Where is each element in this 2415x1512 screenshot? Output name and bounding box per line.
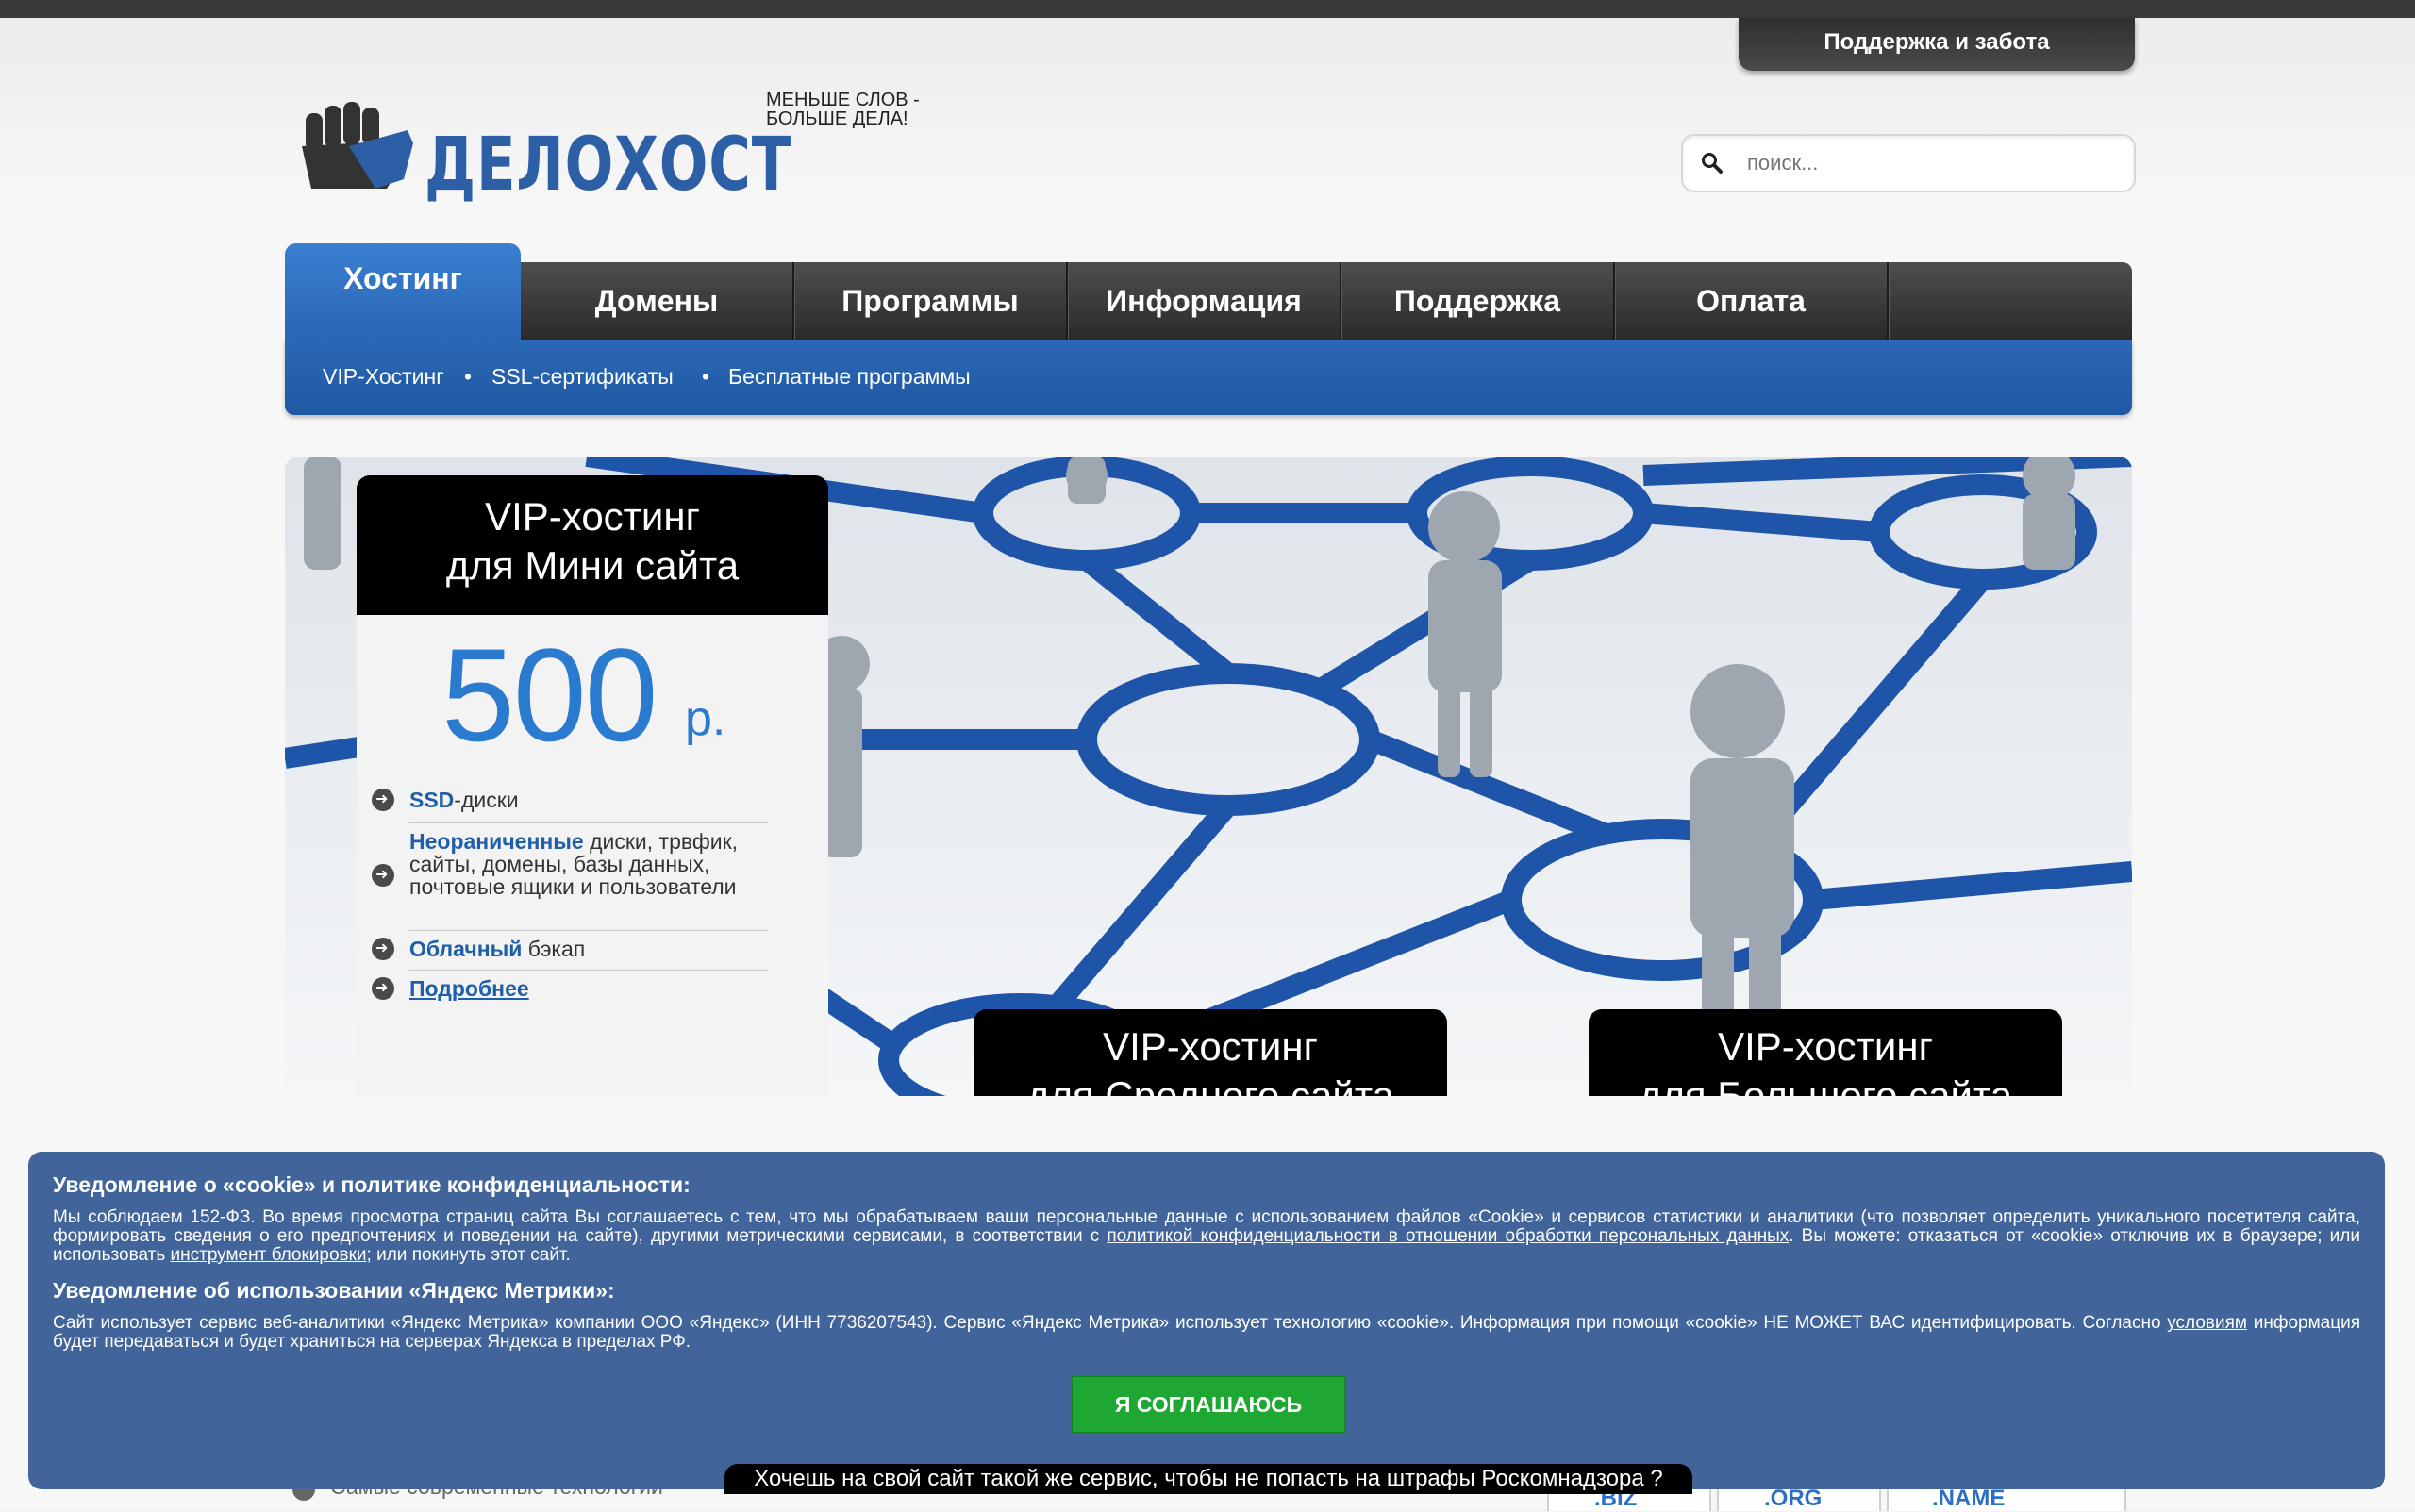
search-input[interactable] <box>1745 145 2117 181</box>
large-plan-title-line-1: VIP-хостинг <box>1718 1024 1933 1069</box>
search-box[interactable] <box>1681 134 2136 192</box>
feature-backup: Облачный бэкап <box>372 937 768 961</box>
middle-plan-title-line-1: VIP-хостинг <box>1103 1024 1318 1069</box>
feature-divider <box>409 970 768 971</box>
subnav-separator: • <box>464 364 473 389</box>
arrow-bullet-icon <box>372 977 394 1000</box>
mini-plan-price: 500 <box>441 621 658 769</box>
more-details-link[interactable]: Подробнее <box>409 976 529 1001</box>
large-plan-title-line-2: для Большого сайта <box>1638 1073 2013 1096</box>
mini-plan-title-line-1: VIP-хостинг <box>485 494 700 539</box>
tagline-line-1: МЕНЬШЕ СЛОВ - <box>766 90 920 110</box>
search-icon[interactable] <box>1700 151 1724 175</box>
cookie-text: Мы соблюдаем 152-ФЗ. Во время просмотра … <box>53 1208 2360 1265</box>
mini-plan-price-unit: р. <box>685 691 726 746</box>
cookie-text-part: ; или покинуть этот сайт. <box>366 1245 571 1265</box>
sub-nav: VIP-Хостинг • SSL-сертификаты • Бесплатн… <box>285 340 2132 415</box>
subnav-ssl[interactable]: SSL-сертификаты <box>491 364 674 390</box>
agree-button[interactable]: Я СОГЛАШАЮСЬ <box>1072 1376 1345 1433</box>
large-plan-header[interactable]: VIP-хостинг для Большого сайта <box>1589 1009 2062 1096</box>
main-nav: Домены Программы Информация Поддержка Оп… <box>285 262 2132 340</box>
privacy-policy-link[interactable]: политикой конфиденциальности в отношении… <box>1107 1226 1789 1246</box>
nav-support[interactable]: Поддержка <box>1341 262 1615 340</box>
feature-divider <box>409 822 768 823</box>
subnav-vip-hosting[interactable]: VIP-Хостинг <box>323 364 444 390</box>
nav-hosting[interactable]: Хостинг <box>285 243 521 340</box>
cookie-notice: Уведомление о «cookie» и политике конфид… <box>28 1152 2385 1489</box>
nav-domains[interactable]: Домены <box>521 262 794 340</box>
domain-name-label: .NAME <box>1932 1486 2006 1511</box>
logo-wordmark: ДЕЛОХОСТ <box>425 123 792 208</box>
blocking-tool-link[interactable]: инструмент блокировки <box>171 1245 367 1265</box>
nav-information[interactable]: Информация <box>1068 262 1341 340</box>
feature-backup-bold: Облачный <box>409 937 523 961</box>
feature-ssd-text: -диски <box>454 788 519 812</box>
middle-plan-header[interactable]: VIP-хостинг для Среднего сайта <box>974 1009 1447 1096</box>
middle-plan-title-line-2: для Среднего сайта <box>1026 1073 1394 1096</box>
feature-ssd-bold: SSD <box>409 788 455 812</box>
roskomnadzor-promo[interactable]: Хочешь на свой сайт такой же сервис, что… <box>724 1464 1692 1494</box>
metrika-text: Сайт использует сервис веб-аналитики «Ян… <box>53 1314 2360 1352</box>
feature-divider <box>409 930 768 931</box>
feature-unlimited-bold: Неораниченные <box>409 829 584 854</box>
nav-programs[interactable]: Программы <box>794 262 1068 340</box>
arrow-bullet-icon <box>372 864 394 887</box>
tagline: МЕНЬШЕ СЛОВ - БОЛЬШЕ ДЕЛА! <box>766 91 920 128</box>
feature-unlimited: Неораниченные диски, трвфик, сайты, доме… <box>372 829 768 898</box>
subnav-separator: • <box>702 364 710 389</box>
metrika-heading: Уведомление об использовании «Яндекс Мет… <box>53 1278 615 1303</box>
subnav-free-programs[interactable]: Бесплатные программы <box>728 364 971 390</box>
support-tab[interactable]: Поддержка и забота <box>1739 18 2135 71</box>
cookie-heading: Уведомление о «cookie» и политике конфид… <box>53 1172 691 1197</box>
mini-plan-card: 500 р. SSD-диски Неораниченные диски, тр… <box>357 615 828 1096</box>
metrika-text-part: Сайт использует сервис веб-аналитики «Ян… <box>53 1313 2168 1333</box>
feature-more: Подробнее <box>372 976 768 1001</box>
domain-org-label: .ORG <box>1764 1486 1823 1511</box>
terms-link[interactable]: условиям <box>2167 1313 2247 1333</box>
arrow-bullet-icon <box>372 789 394 811</box>
feature-backup-text: бэкап <box>522 937 586 961</box>
nav-payment[interactable]: Оплата <box>1615 262 1889 340</box>
top-bar <box>0 0 2415 18</box>
feature-ssd: SSD-диски <box>372 788 768 812</box>
tagline-line-2: БОЛЬШЕ ДЕЛА! <box>766 108 908 129</box>
logo[interactable]: ДЕЛОХОСТ <box>292 94 791 208</box>
mini-plan-title-line-2: для Мини сайта <box>445 543 740 588</box>
arrow-bullet-icon <box>372 938 394 960</box>
mini-plan-header[interactable]: VIP-хостинг для Мини сайта <box>357 475 828 615</box>
fist-logo-icon <box>302 102 413 189</box>
nav-hosting-label: Хостинг <box>343 261 462 295</box>
